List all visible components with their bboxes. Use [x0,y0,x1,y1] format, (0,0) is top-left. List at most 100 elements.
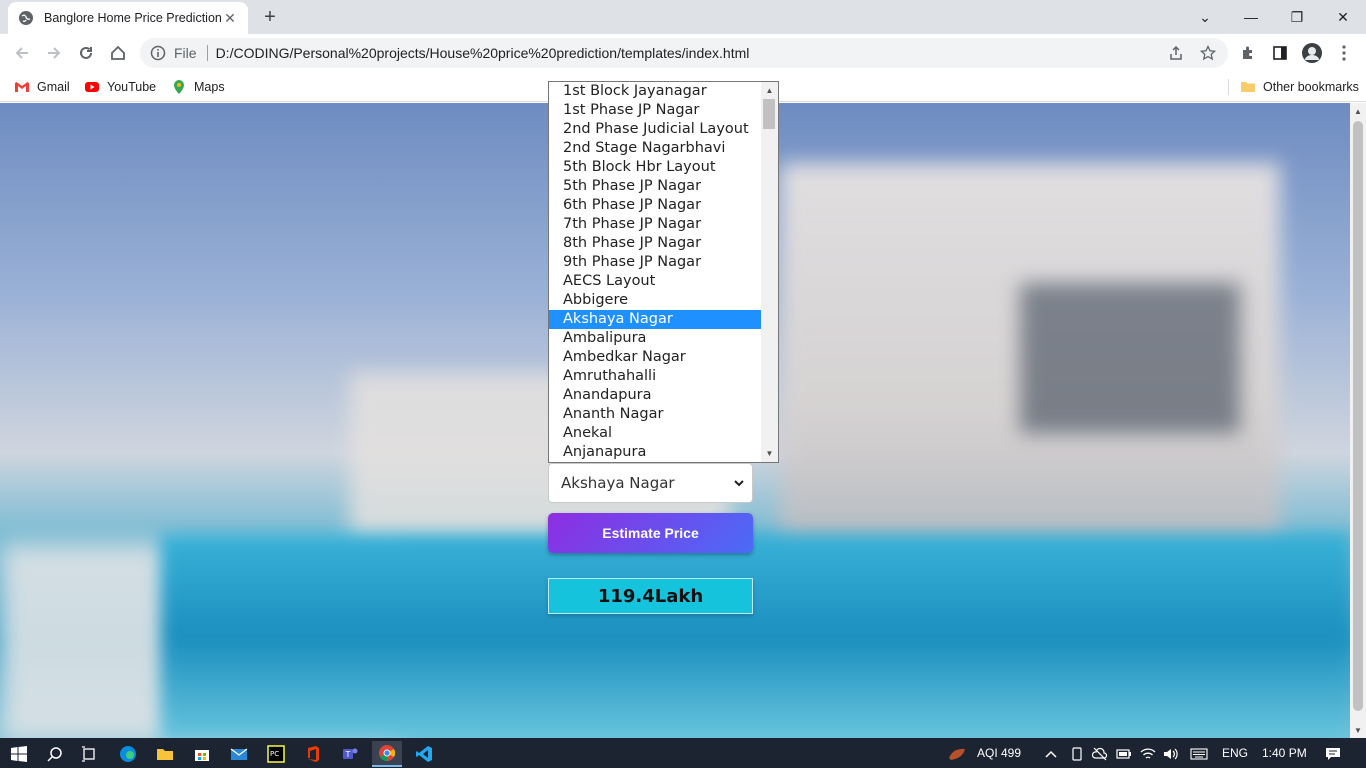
background-windows [1020,283,1240,433]
youtube-icon [84,79,100,95]
tab-strip: Banglore Home Price Prediction ✕ + ⌄ — ❐… [0,0,1366,34]
vscode-icon[interactable] [409,741,439,767]
browser-toolbar: File D:/CODING/Personal%20projects/House… [0,34,1366,72]
forward-arrow-icon [48,47,61,59]
side-panel-icon[interactable] [1270,43,1290,63]
windows-logo-icon [11,746,27,762]
clock[interactable]: 1:40 PM [1262,746,1307,760]
reload-icon [80,46,92,59]
address-scheme: File [174,45,197,61]
start-button[interactable] [4,741,34,767]
mail-icon[interactable] [224,741,254,767]
location-option[interactable]: 2nd Stage Nagarbhavi [549,139,762,158]
location-select[interactable]: Akshaya Nagar [548,463,753,503]
weather-icon[interactable] [942,741,972,767]
other-bookmarks-label: Other bookmarks [1263,80,1359,94]
forward-button[interactable] [42,41,66,65]
location-option[interactable]: 5th Phase JP Nagar [549,177,762,196]
office-icon[interactable] [298,741,328,767]
edge-icon[interactable] [113,741,143,767]
new-tab-button[interactable]: + [258,6,282,28]
location-options: 1st Block Jayanagar 1st Phase JP Nagar 2nd… [549,82,762,462]
store-icon[interactable] [187,741,217,767]
gmail-icon [14,79,30,95]
address-divider [206,45,208,61]
dropdown-scrollbar[interactable]: ▲ ▼ [761,82,778,462]
estimate-price-button[interactable]: Estimate Price [548,513,753,553]
svg-text:PC: PC [270,750,279,758]
location-option[interactable]: Ambedkar Nagar [549,348,762,367]
volume-icon[interactable] [1156,741,1186,767]
page-scroll-up-icon[interactable]: ▲ [1350,103,1366,119]
info-icon[interactable] [150,45,166,61]
close-tab-icon[interactable]: ✕ [222,10,238,27]
page-scrollbar[interactable]: ▲ ▼ [1350,103,1366,738]
home-button[interactable] [106,41,130,65]
bookmark-gmail[interactable]: Gmail [14,77,70,97]
background-pool [160,533,1350,738]
tab-title: Banglore Home Price Prediction [44,11,222,25]
location-dropdown-list[interactable]: 1st Block Jayanagar 1st Phase JP Nagar 2nd… [548,81,779,463]
location-option[interactable]: Anekal [549,424,762,443]
star-icon[interactable] [1200,45,1216,61]
scroll-up-icon[interactable]: ▲ [761,82,778,99]
other-bookmarks[interactable]: Other bookmarks [1240,77,1359,97]
svg-text:T: T [345,750,351,759]
location-option[interactable]: Ambalipura [549,329,762,348]
reload-button[interactable] [74,41,98,65]
file-explorer-icon[interactable] [150,741,180,767]
dropdown-scroll-thumb[interactable] [763,99,775,129]
location-option[interactable]: 7th Phase JP Nagar [549,215,762,234]
location-option[interactable]: 5th Block Hbr Layout [549,158,762,177]
location-option[interactable]: Ananth Nagar [549,405,762,424]
bookmark-maps[interactable]: Maps [171,77,225,97]
location-option[interactable]: 9th Phase JP Nagar [549,253,762,272]
globe-icon [19,11,33,25]
location-option[interactable]: AECS Layout [549,272,762,291]
browser-tab[interactable]: Banglore Home Price Prediction ✕ [8,2,248,34]
keyboard-icon[interactable] [1184,741,1214,767]
location-option[interactable]: Abbigere [549,291,762,310]
extensions-icon[interactable] [1238,43,1258,63]
notification-icon[interactable] [1318,741,1348,767]
bookmark-label: Gmail [37,80,70,94]
page-scroll-down-icon[interactable]: ▼ [1350,722,1366,738]
chevron-down-icon [734,480,744,487]
back-arrow-icon [15,47,28,59]
back-button[interactable] [10,41,34,65]
bookmark-youtube[interactable]: YouTube [84,77,156,97]
pycharm-icon[interactable]: PC [261,741,291,767]
home-icon [111,45,125,60]
share-icon[interactable] [1168,45,1184,61]
close-window-button[interactable]: ✕ [1320,0,1366,34]
location-option[interactable]: 8th Phase JP Nagar [549,234,762,253]
bookmarks-divider [1228,79,1229,95]
task-view-icon[interactable] [74,741,104,767]
maps-icon [171,79,187,95]
estimated-price-result: 119.4Lakh [548,578,753,614]
avatar[interactable] [1302,43,1322,63]
aqi-status[interactable]: AQI 499 [977,746,1021,760]
search-icon[interactable] [40,741,70,767]
location-option[interactable]: Akshaya Nagar [549,310,762,329]
page-scroll-thumb[interactable] [1353,121,1363,711]
restore-button[interactable]: ❐ [1274,0,1320,34]
location-option[interactable]: Amruthahalli [549,367,762,386]
minimize-button[interactable]: — [1228,0,1274,34]
bookmark-label: Maps [194,80,225,94]
bookmark-label: YouTube [107,80,157,94]
menu-icon[interactable] [1334,43,1354,63]
location-option[interactable]: 2nd Phase Judicial Layout [549,120,762,139]
address-url[interactable]: D:/CODING/Personal%20projects/House%20pr… [216,45,750,61]
location-option[interactable]: 6th Phase JP Nagar [549,196,762,215]
address-bar[interactable]: File D:/CODING/Personal%20projects/House… [140,38,1228,68]
chrome-icon[interactable] [372,741,402,767]
language-indicator[interactable]: ENG [1222,746,1248,760]
teams-icon[interactable]: T [335,741,365,767]
location-option[interactable]: 1st Block Jayanagar [549,82,762,101]
location-option[interactable]: Anandapura [549,386,762,405]
location-option[interactable]: 1st Phase JP Nagar [549,101,762,120]
tab-search-icon[interactable]: ⌄ [1182,0,1228,34]
location-option[interactable]: Anjanapura [549,443,762,462]
scroll-down-icon[interactable]: ▼ [761,445,778,462]
